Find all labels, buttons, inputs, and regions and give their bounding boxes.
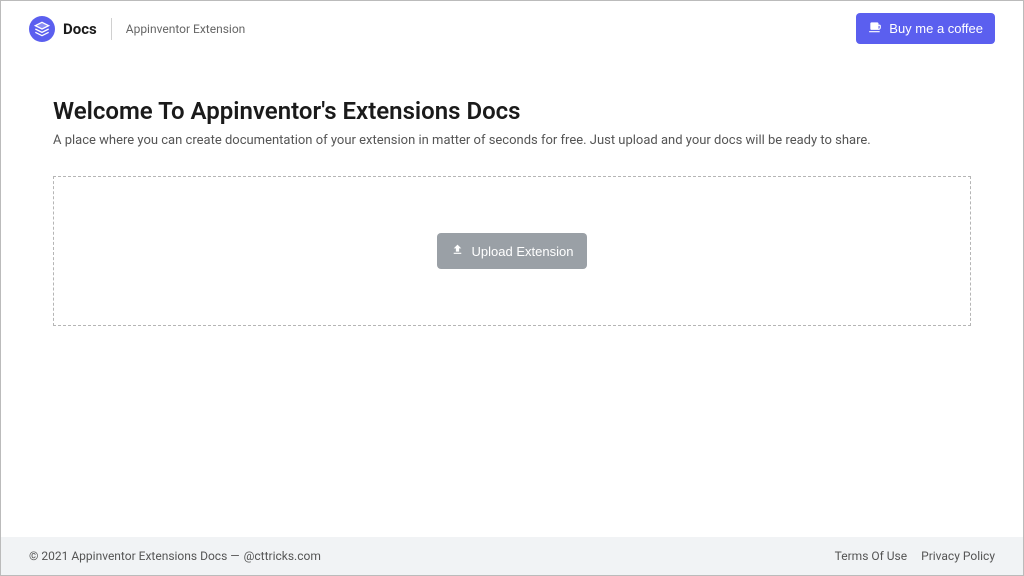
logo-group[interactable]: Docs xyxy=(29,16,97,42)
buy-coffee-label: Buy me a coffee xyxy=(889,21,983,36)
footer-links: Terms Of Use Privacy Policy xyxy=(835,549,995,563)
header-left: Docs Appinventor Extension xyxy=(29,16,245,42)
upload-extension-button[interactable]: Upload Extension xyxy=(437,233,588,269)
header-subtitle: Appinventor Extension xyxy=(126,22,246,36)
main: Welcome To Appinventor's Extensions Docs… xyxy=(1,57,1023,537)
divider xyxy=(111,18,112,40)
terms-link[interactable]: Terms Of Use xyxy=(835,549,907,563)
page-description: A place where you can create documentati… xyxy=(53,133,971,148)
credit-link[interactable]: @cttricks.com xyxy=(244,549,321,563)
coffee-icon xyxy=(868,20,882,37)
header: Docs Appinventor Extension Buy me a coff… xyxy=(1,1,1023,57)
upload-dropzone[interactable]: Upload Extension xyxy=(53,176,971,326)
logo-title: Docs xyxy=(63,20,97,38)
copyright-text: © 2021 Appinventor Extensions Docs — xyxy=(29,549,240,563)
buy-coffee-button[interactable]: Buy me a coffee xyxy=(856,13,995,44)
footer-left: © 2021 Appinventor Extensions Docs — @ct… xyxy=(29,549,321,563)
page-title: Welcome To Appinventor's Extensions Docs xyxy=(53,97,971,125)
privacy-link[interactable]: Privacy Policy xyxy=(921,549,995,563)
upload-icon xyxy=(451,243,464,259)
upload-button-label: Upload Extension xyxy=(472,244,574,259)
footer: © 2021 Appinventor Extensions Docs — @ct… xyxy=(1,537,1023,575)
layers-icon xyxy=(29,16,55,42)
